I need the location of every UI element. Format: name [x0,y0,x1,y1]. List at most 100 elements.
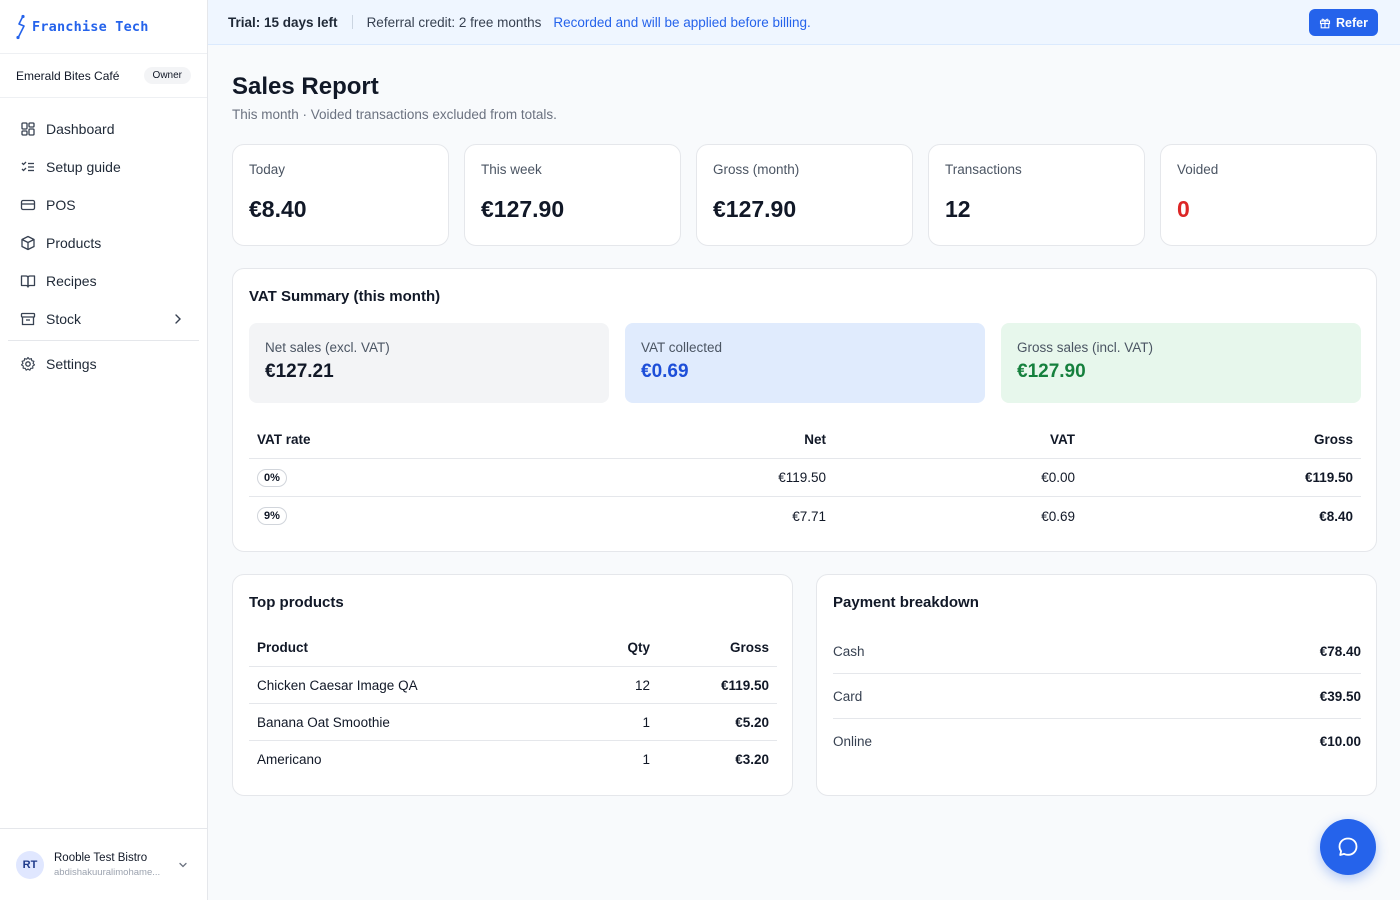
list-check-icon [20,159,36,175]
dashboard-icon [20,121,36,137]
payment-method: Card [833,688,863,704]
column-header: Qty [627,640,650,655]
stat-card-transactions: Transactions 12 [928,144,1145,246]
qty-cell: 12 [634,677,650,693]
top-products-card: Top products Product Qty Gross Chicken C… [232,574,793,796]
referral-credit: Referral credit: 2 free months [366,14,542,30]
chat-bubble-icon [1338,837,1358,856]
sidebar-item-products[interactable]: Products [0,224,207,262]
vat-box-label: Net sales (excl. VAT) [265,340,390,355]
avatar: RT [16,850,44,879]
vat-box-label: VAT collected [641,340,723,355]
payment-list: Cash €78.40 Card €39.50 Online €10.00 [833,629,1361,764]
stat-card-this-week: This week €127.90 [464,144,681,246]
refer-button[interactable]: Refer [1309,9,1378,36]
vat-cell: €0.69 [1041,508,1075,524]
column-header: VAT rate [257,432,311,447]
sidebar-item-pos[interactable]: POS [0,186,207,224]
sidebar-item-recipes[interactable]: Recipes [0,262,207,300]
brand[interactable]: Franchise Tech [0,0,207,54]
payment-breakdown-title: Payment breakdown [833,594,979,611]
chat-button[interactable] [1320,819,1376,875]
sidebar-item-stock[interactable]: Stock [0,300,207,338]
sidebar-nav: Dashboard Setup guide POS Products Recip… [0,98,207,383]
vat-rate-cell: 9% [249,507,569,525]
table-header-row: VAT rate Net VAT Gross [249,421,1361,459]
chevron-right-icon[interactable] [171,312,185,326]
top-products-title: Top products [249,594,344,611]
product-cell: Banana Oat Smoothie [257,714,390,730]
page-title: Sales Report [232,73,379,100]
stat-label: Today [249,162,286,177]
list-item: Card €39.50 [833,674,1361,719]
user-menu[interactable]: RT Rooble Test Bistro abdishakuuralimoha… [0,828,207,900]
column-header: VAT [1050,432,1075,447]
product-cell: Americano [257,752,322,767]
sidebar-item-setup-guide[interactable]: Setup guide [0,148,207,186]
vat-rate-badge: 9% [257,507,287,525]
user-email: abdishakuuralimohame... [54,866,161,878]
payment-method: Online [833,734,873,749]
sidebar-item-label: Recipes [46,273,97,289]
table-row: 9% €7.71 €0.69 €8.40 [249,497,1361,535]
sidebar-item-label: Products [46,235,102,251]
sidebar: Franchise Tech Emerald Bites Café Owner … [0,0,208,900]
vat-table: VAT rate Net VAT Gross 0% €119.50 €0.00 … [249,421,1361,535]
credit-card-icon [20,197,36,213]
gross-cell: €8.40 [1319,508,1353,524]
qty-cell: 1 [642,752,650,767]
gift-icon [1319,18,1331,28]
main-content: Sales Report This month · Voided transac… [232,45,1377,796]
chevron-down-icon[interactable] [177,859,189,871]
stat-value: €127.90 [481,196,565,222]
table-row: 0% €119.50 €0.00 €119.50 [249,459,1361,497]
vat-collected-box: VAT collected €0.69 [625,323,985,403]
column-header: Gross [729,640,769,655]
sidebar-item-settings[interactable]: Settings [0,345,207,383]
gross-cell: €119.50 [720,677,769,693]
refer-button-label: Refer [1336,15,1368,30]
vat-summary-title: VAT Summary (this month) [249,288,441,305]
org-switcher[interactable]: Emerald Bites Café Owner [0,54,207,98]
table-row: Banana Oat Smoothie 1 €5.20 [249,704,777,741]
stat-label: Transactions [945,162,1022,177]
stats-row: Today €8.40 This week €127.90 Gross (mon… [232,144,1377,246]
org-name: Emerald Bites Café [16,68,120,83]
stat-label: Voided [1177,162,1219,177]
vat-box-value: €127.90 [1017,361,1086,382]
payment-method: Cash [833,643,865,659]
product-cell: Chicken Caesar Image QA [257,677,418,693]
banner-divider [351,15,353,29]
payment-breakdown-card: Payment breakdown Cash €78.40 Card €39.5… [816,574,1377,796]
sidebar-item-label: Setup guide [46,159,121,175]
sidebar-item-dashboard[interactable]: Dashboard [0,110,207,148]
referral-note: Recorded and will be applied before bill… [553,14,811,30]
qty-cell: 1 [642,714,650,730]
sidebar-item-label: Stock [46,311,82,327]
stat-card-today: Today €8.40 [232,144,449,246]
table-header-row: Product Qty Gross [249,629,777,667]
table-row: Americano 1 €3.20 [249,741,777,778]
list-item: Cash €78.40 [833,629,1361,674]
net-cell: €119.50 [778,470,826,485]
sidebar-item-label: Settings [46,356,97,372]
column-header: Net [804,432,826,447]
stat-value: 0 [1177,196,1190,222]
payment-amount: €78.40 [1319,643,1361,659]
trial-status: Trial: 15 days left [228,14,338,30]
user-info: Rooble Test Bistro abdishakuuralimohame.… [54,852,170,878]
stat-label: Gross (month) [713,162,800,177]
stat-card-voided: Voided 0 [1160,144,1377,246]
role-badge: Owner [143,67,191,84]
gross-cell: €119.50 [1304,470,1353,485]
archive-icon [20,311,36,327]
page-subtitle: This month · Voided transactions exclude… [232,107,557,122]
sidebar-item-label: Dashboard [46,121,115,137]
gross-sales-box: Gross sales (incl. VAT) €127.90 [1001,323,1361,403]
payment-amount: €10.00 [1319,734,1361,749]
trial-banner: Trial: 15 days left Referral credit: 2 f… [208,0,1400,45]
vat-summary-boxes: Net sales (excl. VAT) €127.21 VAT collec… [249,323,1361,403]
stat-label: This week [481,162,542,177]
stat-value: €127.90 [713,196,797,222]
book-icon [20,273,36,289]
